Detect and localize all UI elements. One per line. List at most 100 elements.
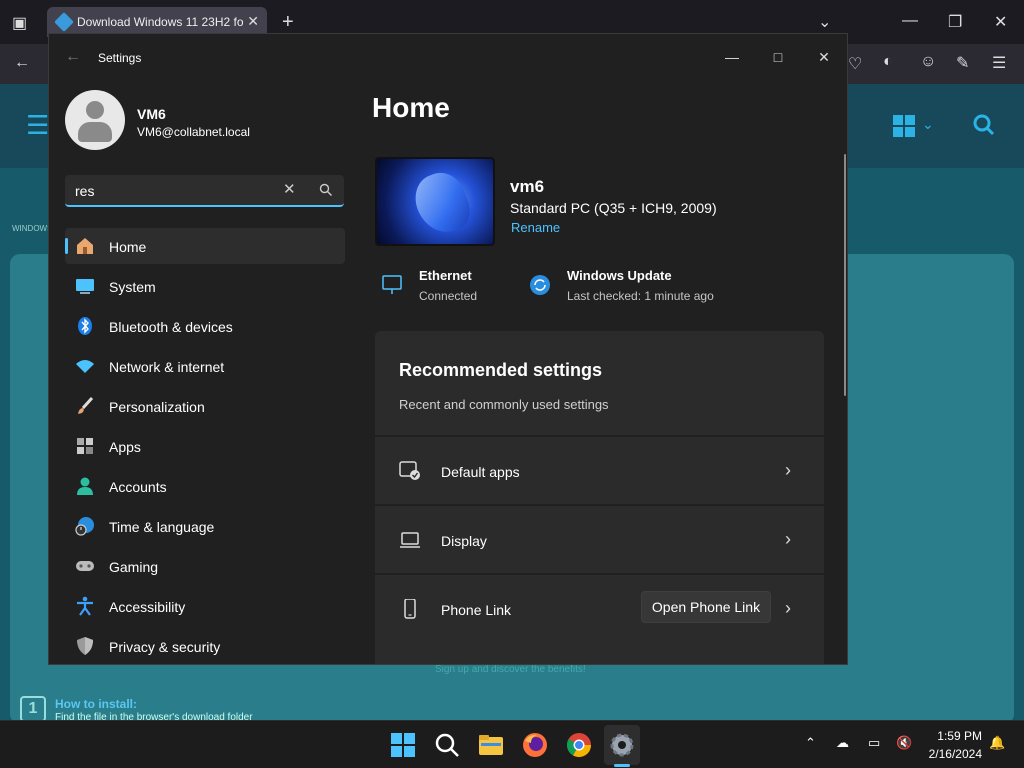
- chevron-up-icon[interactable]: ⌃: [805, 735, 816, 751]
- start-icon[interactable]: [389, 731, 417, 759]
- window-title: Settings: [98, 51, 142, 65]
- search-input[interactable]: [75, 181, 265, 201]
- avatar[interactable]: [65, 90, 125, 150]
- recommended-row-display[interactable]: Display ›: [375, 504, 824, 572]
- nav-item-bluetooth[interactable]: Bluetooth & devices: [65, 308, 345, 344]
- user-name: VM6: [137, 106, 166, 122]
- recommended-title: Recommended settings: [399, 360, 603, 380]
- firefox-icon[interactable]: [521, 731, 549, 759]
- wifi-icon: [76, 360, 94, 373]
- recommended-row-phone-link[interactable]: Phone Link Open Phone Link ›: [375, 573, 824, 641]
- shield-icon: [77, 637, 93, 655]
- settings-icon[interactable]: [608, 731, 636, 759]
- pc-wallpaper-thumbnail: [375, 157, 495, 246]
- close-tab-icon[interactable]: ✕: [247, 13, 259, 30]
- tab-list-icon[interactable]: ▣: [12, 13, 27, 33]
- nav-item-personalization[interactable]: Personalization: [65, 388, 345, 424]
- chevron-right-icon: ›: [785, 598, 791, 618]
- windows-update-status: Last checked: 1 minute ago: [567, 289, 714, 303]
- chrome-icon[interactable]: [565, 731, 593, 759]
- settings-window: ← Settings — □ ✕ VM6 VM6@collabnet.local…: [48, 33, 848, 665]
- nav-label: Accounts: [109, 479, 167, 495]
- avatar-head: [86, 101, 104, 119]
- nav-item-home[interactable]: Home: [65, 228, 345, 264]
- system-icon: [76, 279, 94, 294]
- account-icon[interactable]: ☺: [920, 53, 936, 71]
- nav-label: Gaming: [109, 559, 159, 575]
- accessibility-icon: [77, 596, 93, 616]
- clear-search-icon[interactable]: ✕: [283, 180, 296, 198]
- nav-item-system[interactable]: System: [65, 268, 345, 304]
- nav-label: Home: [109, 239, 147, 255]
- minimize-button[interactable]: —: [709, 42, 755, 72]
- row-label: Default apps: [441, 464, 520, 480]
- search-icon[interactable]: [319, 183, 333, 197]
- install-title: How to install:: [55, 697, 137, 711]
- pc-model: Standard PC (Q35 + ICH9, 2009): [510, 200, 717, 216]
- nav-label: Network & internet: [109, 359, 225, 375]
- clock-time[interactable]: 1:59 PM: [934, 729, 982, 743]
- menu-icon[interactable]: ☰: [992, 53, 1006, 73]
- sync-icon[interactable]: ◐: [883, 53, 893, 71]
- search-icon[interactable]: [973, 114, 995, 136]
- browser-tab-title: Download Windows 11 23H2 fo: [77, 15, 244, 29]
- pocket-icon[interactable]: ♡: [848, 54, 862, 74]
- back-arrow-icon[interactable]: ←: [65, 48, 81, 66]
- maximize-icon[interactable]: ❐: [948, 12, 962, 32]
- search-icon[interactable]: [433, 731, 461, 759]
- clock-date[interactable]: 2/16/2024: [920, 747, 982, 761]
- back-icon[interactable]: ←: [14, 54, 30, 72]
- nav-item-gaming[interactable]: Gaming: [65, 548, 345, 584]
- network-icon[interactable]: ▭: [868, 735, 880, 751]
- nav-item-accounts[interactable]: Accounts: [65, 468, 345, 504]
- pc-name: vm6: [510, 177, 545, 196]
- site-favicon-icon: [54, 12, 74, 32]
- volume-muted-icon[interactable]: 🔇: [896, 735, 912, 751]
- next-card: [375, 656, 824, 664]
- file-explorer-icon[interactable]: [477, 731, 505, 759]
- clock-globe-icon: [75, 517, 94, 536]
- gamepad-icon: [76, 561, 94, 571]
- hamburger-icon[interactable]: ☰: [26, 110, 49, 141]
- bloom-graphic: [408, 166, 476, 240]
- nav-item-accessibility[interactable]: Accessibility: [65, 588, 345, 624]
- default-apps-icon: [399, 461, 420, 480]
- nav-item-network[interactable]: Network & internet: [65, 348, 345, 384]
- open-phone-link-button[interactable]: Open Phone Link: [641, 591, 771, 623]
- home-icon: [77, 238, 93, 254]
- install-step-number: 1: [20, 696, 46, 722]
- nav-item-privacy-security[interactable]: Privacy & security: [65, 628, 345, 664]
- recommended-row-default-apps[interactable]: Default apps ›: [375, 435, 824, 503]
- taskbar: ⌃ ☁ ▭ 🔇 1:59 PM 2/16/2024 🔔: [0, 720, 1024, 768]
- page-title: Home: [372, 92, 450, 123]
- rename-link[interactable]: Rename: [511, 220, 560, 235]
- minimize-icon[interactable]: —: [902, 12, 918, 30]
- ethernet-title[interactable]: Ethernet: [419, 268, 472, 283]
- nav-item-time-language[interactable]: Time & language: [65, 508, 345, 544]
- close-icon[interactable]: ✕: [994, 12, 1007, 32]
- user-email: VM6@collabnet.local: [137, 125, 250, 139]
- active-app-indicator: [614, 764, 630, 767]
- new-tab-icon[interactable]: +: [282, 11, 294, 34]
- site-signup-link[interactable]: Sign up and discover the benefits!: [435, 664, 586, 675]
- nav-item-apps[interactable]: Apps: [65, 428, 345, 464]
- settings-titlebar[interactable]: ← Settings — □ ✕: [49, 34, 847, 82]
- nav-label: Personalization: [109, 399, 205, 415]
- notification-bell-icon[interactable]: 🔔: [989, 735, 1005, 751]
- onedrive-icon[interactable]: ☁: [836, 735, 849, 751]
- scrollbar[interactable]: [844, 154, 846, 396]
- nav-label: Accessibility: [109, 599, 186, 615]
- nav-label: Time & language: [109, 519, 215, 535]
- windows-update-title[interactable]: Windows Update: [567, 268, 672, 283]
- maximize-button[interactable]: □: [755, 42, 801, 72]
- recommended-settings-card: Recommended settings Recent and commonly…: [375, 331, 824, 664]
- extensions-icon[interactable]: ✎: [956, 53, 969, 73]
- chevron-right-icon: ›: [785, 460, 791, 480]
- chevron-down-icon[interactable]: ⌄: [922, 116, 934, 133]
- chevron-down-icon[interactable]: ⌄: [818, 12, 831, 32]
- close-button[interactable]: ✕: [801, 42, 847, 72]
- accounts-icon: [77, 477, 93, 495]
- windows-logo-icon[interactable]: [893, 115, 915, 137]
- windows-update-icon: [530, 275, 550, 295]
- nav-label: Privacy & security: [109, 639, 221, 655]
